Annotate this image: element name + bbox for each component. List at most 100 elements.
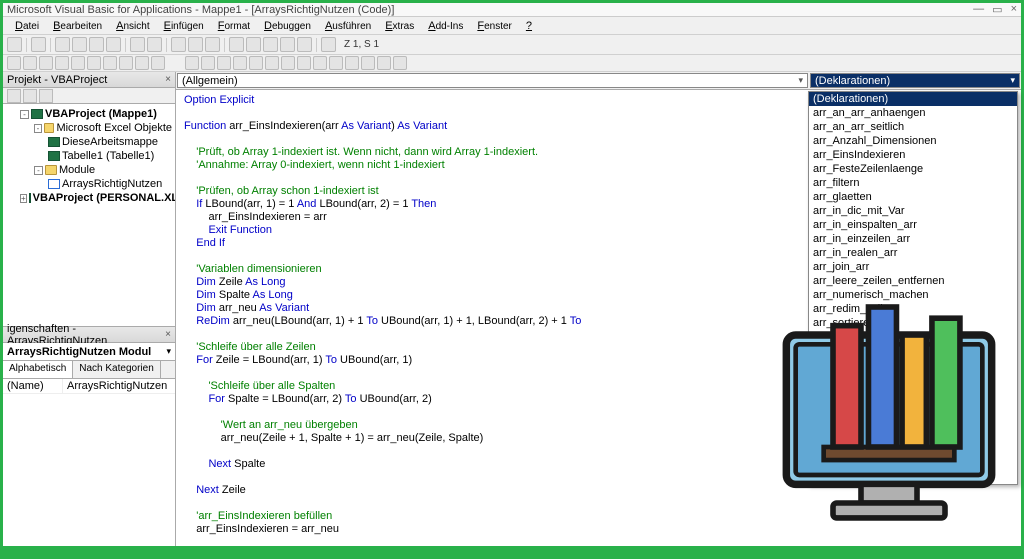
paste-icon[interactable]: [89, 37, 104, 52]
t2-10-icon[interactable]: [151, 56, 165, 70]
t2-13-icon[interactable]: [217, 56, 231, 70]
toolbox-icon[interactable]: [297, 37, 312, 52]
t2-20-icon[interactable]: [329, 56, 343, 70]
proc-item[interactable]: arr_an_arr_seitlich: [809, 120, 1017, 134]
menu-debuggen[interactable]: Debuggen: [258, 19, 317, 33]
redo-icon[interactable]: [147, 37, 162, 52]
tree-node-project1[interactable]: -VBAProject (Mappe1): [6, 107, 172, 121]
t2-5-icon[interactable]: [71, 56, 85, 70]
menu-einfügen[interactable]: Einfügen: [158, 19, 210, 33]
t2-24-icon[interactable]: [393, 56, 407, 70]
pause-icon[interactable]: [188, 37, 203, 52]
t2-1-icon[interactable]: [7, 56, 21, 70]
project-close-icon[interactable]: ×: [165, 74, 171, 85]
tree-tool2-icon[interactable]: [23, 89, 37, 103]
t2-8-icon[interactable]: [119, 56, 133, 70]
props-tabs[interactable]: Alphabetisch Nach Kategorien: [3, 361, 175, 379]
minimize-button[interactable]: —: [973, 3, 984, 16]
proc-item[interactable]: arr_EinsIndexieren: [809, 148, 1017, 162]
proc-item[interactable]: arr_join_arr: [809, 260, 1017, 274]
save-icon[interactable]: [31, 37, 46, 52]
t2-16-icon[interactable]: [265, 56, 279, 70]
menu-add-ins[interactable]: Add-Ins: [422, 19, 469, 33]
run-icon[interactable]: [171, 37, 186, 52]
t2-11-icon[interactable]: [185, 56, 199, 70]
chevron-down-icon: ▾: [798, 75, 803, 86]
menu-?[interactable]: ?: [520, 19, 538, 33]
tree-node-workbook[interactable]: DieseArbeitsmappe: [6, 135, 172, 149]
stop-icon[interactable]: [205, 37, 220, 52]
help-icon[interactable]: [321, 37, 336, 52]
tree-tool3-icon[interactable]: [39, 89, 53, 103]
props-row[interactable]: (Name) ArraysRichtigNutzen: [3, 379, 175, 394]
tree-node-module[interactable]: ArraysRichtigNutzen: [6, 177, 172, 191]
undo-icon[interactable]: [130, 37, 145, 52]
proc-item[interactable]: arr_an_arr_anhaengen: [809, 106, 1017, 120]
project-panel-title: Projekt - VBAProject ×: [3, 72, 175, 88]
menu-ausführen[interactable]: Ausführen: [319, 19, 377, 33]
props-grid[interactable]: (Name) ArraysRichtigNutzen: [3, 379, 175, 546]
menu-fenster[interactable]: Fenster: [471, 19, 518, 33]
sidebar: Projekt - VBAProject × -VBAProject (Mapp…: [3, 72, 176, 546]
object-combo[interactable]: (Allgemein) ▾: [177, 73, 808, 88]
proc-item[interactable]: arr_Anzahl_Dimensionen: [809, 134, 1017, 148]
proc-item[interactable]: arr_FesteZeilenlaenge: [809, 162, 1017, 176]
menu-bar[interactable]: DateiBearbeitenAnsichtEinfügenFormatDebu…: [3, 17, 1021, 35]
props-close-icon[interactable]: ×: [165, 329, 171, 340]
cut-icon[interactable]: [55, 37, 70, 52]
close-button[interactable]: ×: [1011, 3, 1017, 16]
view-icon[interactable]: [7, 37, 22, 52]
t2-18-icon[interactable]: [297, 56, 311, 70]
proc-item[interactable]: arr_in_einspalten_arr: [809, 218, 1017, 232]
props-tab-cat[interactable]: Nach Kategorien: [73, 361, 161, 378]
t2-21-icon[interactable]: [345, 56, 359, 70]
t2-2-icon[interactable]: [23, 56, 37, 70]
t2-7-icon[interactable]: [103, 56, 117, 70]
proc-item[interactable]: (Deklarationen): [809, 92, 1017, 106]
props-object-select[interactable]: ArraysRichtigNutzen Modul ▾: [3, 343, 175, 361]
menu-bearbeiten[interactable]: Bearbeiten: [47, 19, 108, 33]
copy-icon[interactable]: [72, 37, 87, 52]
library-computer-illustration: [744, 279, 1024, 559]
cursor-position: Z 1, S 1: [344, 39, 379, 50]
proc-item[interactable]: arr_glaetten: [809, 190, 1017, 204]
props-icon[interactable]: [263, 37, 278, 52]
t2-4-icon[interactable]: [55, 56, 69, 70]
props-tab-alpha[interactable]: Alphabetisch: [3, 361, 73, 378]
props-cell-val[interactable]: ArraysRichtigNutzen: [63, 379, 171, 393]
t2-14-icon[interactable]: [233, 56, 247, 70]
proc-item[interactable]: arr_in_einzeilen_arr: [809, 232, 1017, 246]
maximize-button[interactable]: ▭: [992, 3, 1002, 16]
menu-datei[interactable]: Datei: [9, 19, 45, 33]
tree-node-modules[interactable]: -Module: [6, 163, 172, 177]
t2-12-icon[interactable]: [201, 56, 215, 70]
project-icon[interactable]: [246, 37, 261, 52]
t2-17-icon[interactable]: [281, 56, 295, 70]
standard-toolbar[interactable]: Z 1, S 1: [3, 35, 1021, 55]
edit-toolbar[interactable]: [3, 55, 1021, 72]
window-title: Microsoft Visual Basic for Applications …: [7, 4, 394, 16]
t2-23-icon[interactable]: [377, 56, 391, 70]
props-panel-title: igenschaften - ArraysRichtigNutzen ×: [3, 327, 175, 343]
t2-22-icon[interactable]: [361, 56, 375, 70]
procedure-combo[interactable]: (Deklarationen) ▾: [810, 73, 1020, 88]
proc-item[interactable]: arr_in_dic_mit_Var: [809, 204, 1017, 218]
find-icon[interactable]: [106, 37, 121, 52]
browser-icon[interactable]: [280, 37, 295, 52]
menu-format[interactable]: Format: [212, 19, 256, 33]
menu-extras[interactable]: Extras: [379, 19, 420, 33]
tree-node-project2[interactable]: +VBAProject (PERSONAL.XLSB): [6, 191, 172, 205]
t2-6-icon[interactable]: [87, 56, 101, 70]
menu-ansicht[interactable]: Ansicht: [110, 19, 155, 33]
proc-item[interactable]: arr_in_realen_arr: [809, 246, 1017, 260]
t2-15-icon[interactable]: [249, 56, 263, 70]
t2-9-icon[interactable]: [135, 56, 149, 70]
design-icon[interactable]: [229, 37, 244, 52]
tree-node-sheet1[interactable]: Tabelle1 (Tabelle1): [6, 149, 172, 163]
proc-item[interactable]: arr_filtern: [809, 176, 1017, 190]
project-tree[interactable]: -VBAProject (Mappe1) -Microsoft Excel Ob…: [3, 104, 175, 326]
tree-node-excel-objects[interactable]: -Microsoft Excel Objekte: [6, 121, 172, 135]
t2-19-icon[interactable]: [313, 56, 327, 70]
t2-3-icon[interactable]: [39, 56, 53, 70]
tree-tool-icon[interactable]: [7, 89, 21, 103]
